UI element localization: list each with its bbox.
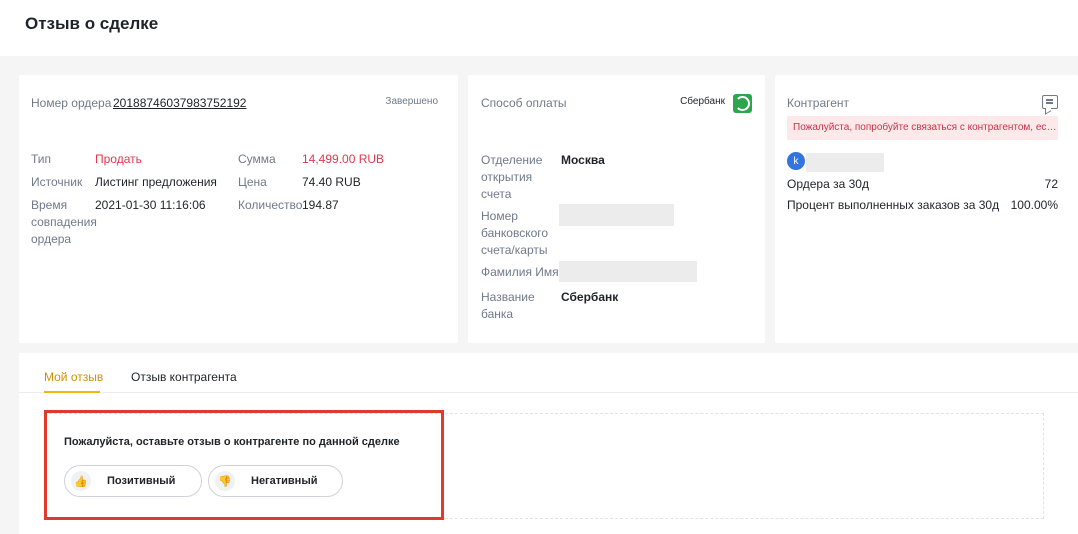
negative-review-button[interactable]: 👎 Негативный bbox=[208, 465, 343, 497]
match-time-label: Время совпадения ордера bbox=[31, 198, 97, 246]
negative-review-label: Негативный bbox=[251, 475, 318, 487]
sum-value: 14,499.00 RUB bbox=[302, 152, 385, 166]
active-tab-indicator bbox=[44, 391, 100, 393]
chat-icon[interactable] bbox=[1042, 95, 1058, 109]
branch-value: Москва bbox=[561, 153, 605, 167]
bank-name-value: Сбербанк bbox=[561, 290, 619, 304]
account-number-label: Номер банковского счета/карты bbox=[481, 209, 549, 257]
type-value: Продать bbox=[95, 152, 142, 166]
review-panel: Мой отзыв Отзыв контрагента Пожалуйста, … bbox=[19, 353, 1078, 534]
completion-rate-value: 100.00% bbox=[1010, 198, 1058, 212]
tab-my-review[interactable]: Мой отзыв bbox=[44, 370, 103, 384]
quantity-label: Количество bbox=[238, 198, 303, 212]
status-badge: Завершено bbox=[385, 96, 438, 107]
orders-30d-label: Ордера за 30д bbox=[787, 177, 869, 191]
match-time-value: 2021-01-30 11:16:06 bbox=[95, 198, 206, 212]
source-value: Листинг предложения bbox=[95, 175, 217, 189]
branch-label: Отделение открытия счета bbox=[481, 153, 543, 201]
source-label: Источник bbox=[31, 175, 83, 189]
order-card: Номер ордера 20188746037983752192 Заверш… bbox=[19, 75, 458, 343]
counterparty-card: Контрагент Пожалуйста, попробуйте связат… bbox=[775, 75, 1078, 343]
avatar: k bbox=[787, 152, 805, 170]
payment-bank-name: Сбербанк bbox=[680, 96, 725, 107]
positive-review-label: Позитивный bbox=[107, 475, 176, 487]
bank-name-label: Название банка bbox=[481, 290, 535, 321]
order-number-link[interactable]: 20188746037983752192 bbox=[113, 95, 246, 112]
orders-30d-value: 72 bbox=[1044, 177, 1058, 191]
contact-warning: Пожалуйста, попробуйте связаться с контр… bbox=[787, 116, 1058, 140]
thumbs-up-icon: 👍 bbox=[71, 471, 91, 491]
counterparty-title: Контрагент bbox=[787, 96, 850, 110]
price-label: Цена bbox=[238, 175, 267, 189]
full-name-label: Фамилия Имя bbox=[481, 265, 559, 279]
tab-counterparty-review[interactable]: Отзыв контрагента bbox=[131, 370, 237, 384]
price-value: 74.40 RUB bbox=[302, 175, 361, 189]
completion-rate-label: Процент выполненных заказов за 30д bbox=[787, 198, 1000, 212]
page-header: Отзыв о сделке bbox=[0, 0, 1078, 56]
account-number-redacted bbox=[559, 204, 674, 226]
full-name-redacted bbox=[559, 261, 697, 282]
counterparty-nickname-redacted[interactable] bbox=[806, 153, 884, 172]
order-number-label: Номер ордера bbox=[31, 96, 112, 110]
sberbank-icon bbox=[733, 94, 752, 113]
payment-method-title: Способ оплаты bbox=[481, 96, 567, 110]
payment-card: Способ оплаты Сбербанк Отделение открыти… bbox=[468, 75, 765, 343]
review-tabs: Мой отзыв Отзыв контрагента bbox=[19, 353, 1078, 393]
type-label: Тип bbox=[31, 152, 52, 166]
page-title: Отзыв о сделке bbox=[25, 14, 159, 33]
sum-label: Сумма bbox=[238, 152, 276, 166]
positive-review-button[interactable]: 👍 Позитивный bbox=[64, 465, 202, 497]
thumbs-down-icon: 👎 bbox=[215, 471, 235, 491]
review-prompt: Пожалуйста, оставьте отзыв о контрагенте… bbox=[64, 436, 400, 448]
quantity-value: 194.87 bbox=[302, 198, 339, 212]
